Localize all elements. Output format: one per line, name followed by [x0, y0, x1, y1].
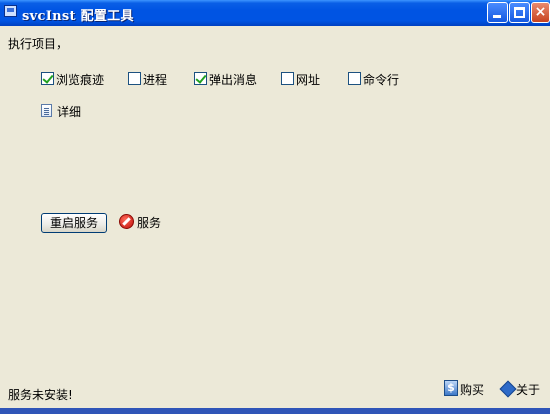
window-bottom-border — [0, 408, 550, 414]
diamond-icon — [499, 380, 517, 398]
document-list-icon — [41, 104, 52, 117]
option-label: 浏览痕迹 — [56, 73, 105, 87]
service-label: 服务 — [137, 216, 162, 230]
stop-icon — [119, 214, 134, 229]
title-bar[interactable]: svcInst 配置工具 × — [0, 0, 550, 26]
app-window-icon — [4, 5, 17, 17]
checkbox-process[interactable] — [128, 72, 141, 85]
checkbox-command-line[interactable] — [348, 72, 361, 85]
close-icon: × — [534, 4, 547, 20]
minimize-icon — [493, 15, 501, 18]
checkbox-url[interactable] — [281, 72, 294, 85]
option-label: 进程 — [143, 73, 168, 87]
maximize-icon — [514, 7, 525, 18]
status-text: 服务未安装! — [8, 388, 73, 402]
minimize-button[interactable] — [487, 2, 508, 23]
dollar-icon: $ — [444, 380, 458, 396]
buy-label: 购买 — [460, 383, 485, 397]
checkbox-popup-message[interactable] — [194, 72, 207, 85]
option-label: 弹出消息 — [209, 73, 258, 87]
option-label: 命令行 — [363, 73, 400, 87]
window-title: svcInst 配置工具 — [22, 9, 134, 24]
restart-service-button[interactable]: 重启服务 — [41, 213, 107, 233]
checkbox-browse-history[interactable] — [41, 72, 54, 85]
maximize-button[interactable] — [509, 2, 530, 23]
section-heading: 执行项目， — [8, 37, 69, 51]
app-window: svcInst 配置工具 × 执行项目， 浏览痕迹 进程 弹出消息 网址 命令行… — [0, 0, 550, 414]
option-label: 网址 — [296, 73, 321, 87]
about-label: 关于 — [516, 383, 541, 397]
detail-label: 详细 — [57, 105, 82, 119]
close-button[interactable]: × — [531, 2, 550, 23]
